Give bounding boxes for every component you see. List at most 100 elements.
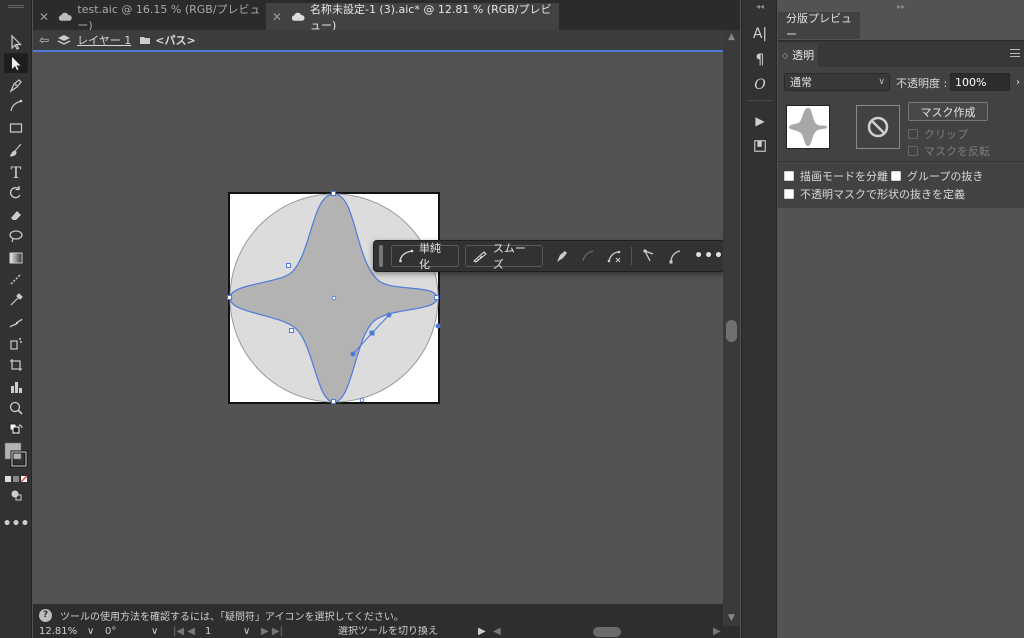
artwork[interactable] (227, 191, 448, 408)
isolation-breadcrumb: ⇦ レイヤー 1 <パス> (33, 30, 723, 52)
knockout-group-label: グループの抜き (907, 170, 984, 183)
clip-label: クリップ (924, 128, 968, 141)
rectangle-tool-icon[interactable] (4, 118, 28, 138)
no-mask-icon (867, 116, 889, 138)
opacity-mask-row[interactable]: 不透明マスクで形状の抜きを定義 (784, 186, 965, 202)
opacity-input[interactable]: 100% (950, 73, 1010, 91)
isolate-blending-row[interactable]: 描画モードを分離 (784, 168, 888, 184)
rotation-dropdown-icon[interactable]: ∨ (151, 626, 158, 638)
last-artboard-icon[interactable]: ▶ ▶| (261, 626, 283, 638)
smooth-icon (472, 251, 487, 263)
anchor-point-icon[interactable] (603, 245, 625, 267)
pen-icon[interactable] (551, 245, 573, 267)
zoom-tool-icon[interactable] (4, 398, 28, 418)
opacity-mask-label: 不透明マスクで形状の抜きを定義 (800, 188, 965, 201)
knockout-group-row[interactable]: グループの抜き (891, 168, 983, 184)
breadcrumb-layer[interactable]: レイヤー 1 (77, 32, 131, 48)
isolate-blending-checkbox[interactable] (784, 171, 794, 181)
tab-test-aic[interactable]: ✕ test.aic @ 16.15 % (RGB/プレビュー) (33, 2, 265, 32)
curvature-tool-icon[interactable] (4, 96, 28, 116)
artboard-dropdown-icon[interactable]: ∨ (243, 626, 250, 638)
color-mode-icons[interactable] (4, 472, 28, 486)
pen-tool-icon[interactable] (4, 75, 28, 95)
blend-mode-value: 通常 (790, 76, 812, 89)
first-artboard-icon[interactable]: |◀ ◀ (173, 626, 195, 638)
close-icon[interactable]: ✕ (39, 10, 52, 24)
help-question-icon[interactable]: ? (39, 608, 52, 622)
more-tools-icon[interactable]: ••• (3, 514, 30, 534)
contextual-task-bar: 単純化 スムーズ ••• (373, 240, 725, 272)
gradient-tool-icon[interactable] (4, 248, 28, 268)
handle-point (386, 312, 392, 318)
rotate-tool-icon[interactable] (4, 183, 28, 203)
rotation-value[interactable]: 0° (105, 626, 116, 638)
mask-thumbnail[interactable] (856, 105, 900, 149)
scroll-up-icon[interactable]: ▲ (723, 32, 740, 42)
scroll-down-icon[interactable]: ▼ (723, 613, 740, 623)
more-options-icon[interactable]: ••• (694, 248, 724, 264)
actions-icon[interactable]: ▶ (750, 111, 770, 131)
panel-tab-header: ◇ 透明 (778, 41, 1024, 67)
panel-menu-icon[interactable] (1010, 49, 1020, 57)
type-tool-icon[interactable]: T (4, 162, 28, 182)
draw-mode-icon[interactable] (4, 487, 28, 503)
column-graph-tool-icon[interactable] (4, 377, 28, 397)
simplify-button[interactable]: 単純化 (391, 242, 459, 271)
zoom-dropdown-icon[interactable]: ∨ (87, 626, 94, 638)
cloud-icon (59, 12, 72, 21)
toolbar-grip[interactable] (8, 5, 24, 8)
opentype-icon[interactable]: O (750, 75, 770, 95)
tab-untitled-1[interactable]: ✕ 名称未設定-1 (3).aic* @ 12.81 % (RGB/プレビュー) (266, 3, 559, 32)
convert-smooth-icon[interactable] (664, 245, 686, 267)
simplify-label: 単純化 (418, 242, 441, 271)
blend-mode-select[interactable]: 通常 ∨ (784, 73, 890, 91)
hscroll-right-icon[interactable]: ▶ (713, 626, 721, 638)
selected-anchor (369, 330, 375, 336)
vertical-scrollbar[interactable]: ▲ ▼ (723, 30, 740, 626)
document-tab-bar: ✕ test.aic @ 16.15 % (RGB/プレビュー) ✕ 名称未設定… (33, 0, 740, 32)
panel-expand-icon[interactable]: ◇ (782, 51, 788, 60)
libraries-icon[interactable] (750, 136, 770, 156)
taskbar-drag-handle[interactable] (379, 245, 383, 267)
blend-tool-icon[interactable] (4, 269, 28, 289)
puppet-warp-tool-icon[interactable] (4, 312, 28, 332)
status-menu-icon[interactable]: ▶ (478, 626, 486, 638)
direct-selection-tool-icon[interactable] (4, 53, 28, 73)
knockout-group-checkbox[interactable] (891, 171, 901, 181)
eyedropper-tool-icon[interactable] (4, 290, 28, 310)
fill-stroke-swatch[interactable] (4, 440, 28, 470)
opacity-arrow-icon[interactable]: › (1012, 73, 1024, 91)
clip-checkbox (908, 129, 918, 139)
selection-tool-icon[interactable] (4, 32, 28, 52)
tab-title: test.aic @ 16.15 % (RGB/プレビュー) (77, 2, 261, 32)
make-mask-button[interactable]: マスク作成 (908, 102, 988, 121)
zoom-level[interactable]: 12.81% (39, 626, 77, 638)
scroll-thumb[interactable] (726, 320, 737, 342)
artboard-tool-icon[interactable] (4, 355, 28, 375)
default-colors-icon[interactable] (4, 422, 28, 438)
object-thumbnail[interactable] (786, 105, 830, 149)
close-icon[interactable]: ✕ (272, 10, 285, 24)
paintbrush-tool-icon[interactable] (4, 140, 28, 160)
back-arrow-icon[interactable]: ⇦ (39, 33, 49, 47)
panel-divider (778, 161, 1024, 162)
hscroll-thumb[interactable] (593, 627, 621, 637)
artboard-number[interactable]: 1 (205, 626, 211, 638)
opacity-mask-checkbox[interactable] (784, 189, 794, 199)
lasso-tool-icon[interactable] (4, 226, 28, 246)
handle-point (350, 351, 356, 357)
convert-corner-icon[interactable] (638, 245, 660, 267)
isolate-blending-label: 描画モードを分離 (800, 170, 888, 183)
character-icon[interactable]: A| (750, 24, 770, 44)
eraser-tool-icon[interactable] (4, 205, 28, 225)
hscroll-left-icon[interactable]: ◀ (493, 626, 501, 638)
paragraph-icon[interactable]: ¶ (750, 50, 770, 70)
tab-separations-preview[interactable]: 分版プレビュー (778, 12, 860, 41)
canvas[interactable]: 単純化 スムーズ ••• (33, 52, 725, 604)
handle-point (435, 323, 441, 329)
tab-transparency[interactable]: ◇ 透明 (778, 43, 818, 67)
symbol-sprayer-tool-icon[interactable] (4, 333, 28, 353)
collapse-arrows-icon[interactable]: ◂◂ (742, 2, 778, 11)
smooth-button[interactable]: スムーズ (464, 242, 544, 271)
strip-divider (748, 100, 772, 101)
